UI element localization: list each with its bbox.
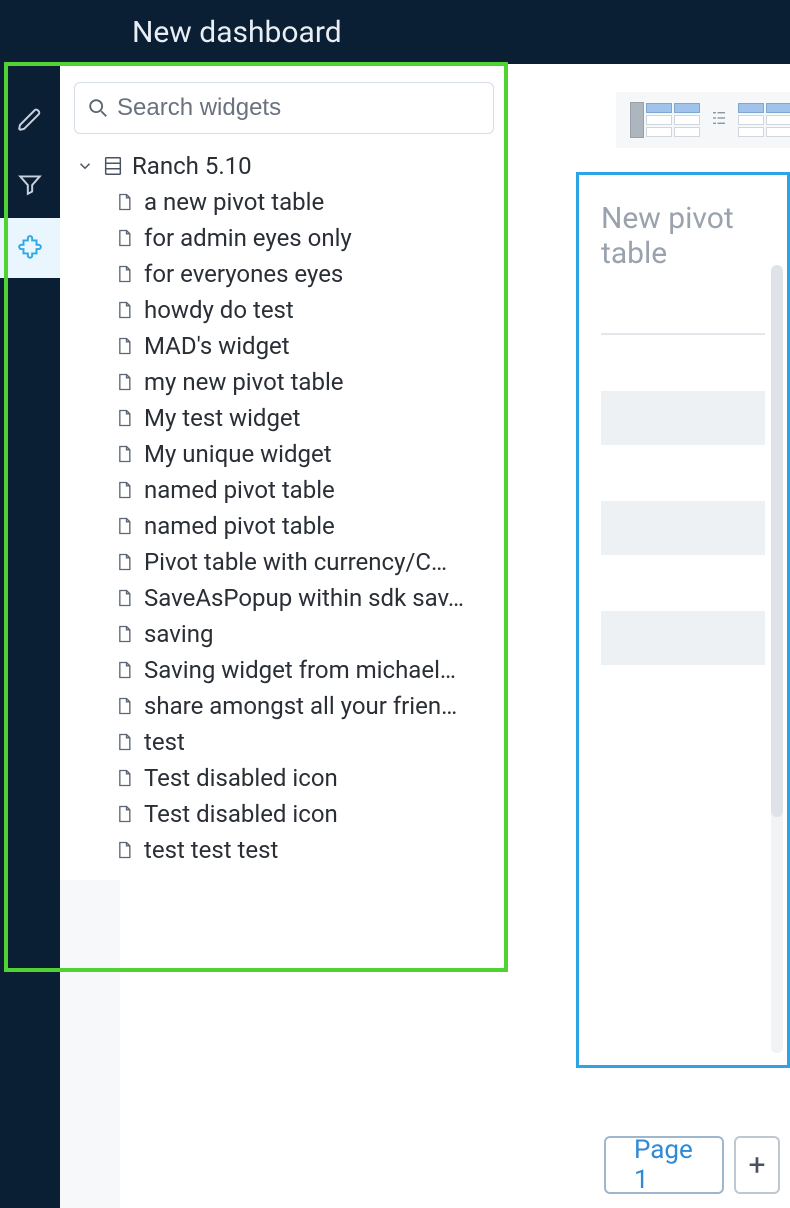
placeholder-row (601, 391, 765, 445)
rail-widgets-button[interactable] (0, 218, 60, 278)
tree-item-label: test (144, 728, 185, 756)
tree-item[interactable]: SaveAsPopup within sdk sav… (114, 580, 494, 616)
page-tab-bar: Page 1 + (604, 1136, 780, 1194)
file-icon (114, 226, 134, 250)
add-page-button[interactable]: + (734, 1136, 780, 1194)
file-icon (114, 586, 134, 610)
tree-item-label: share amongst all your frien… (144, 692, 457, 720)
tree-item[interactable]: my new pivot table (114, 364, 494, 400)
file-icon (114, 838, 134, 862)
tree-item-label: MAD's widget (144, 332, 290, 360)
puzzle-icon (17, 235, 43, 261)
page-tab-label: Page 1 (634, 1135, 694, 1195)
file-icon (114, 370, 134, 394)
search-field-wrap[interactable] (74, 82, 494, 134)
tree-item[interactable]: for everyones eyes (114, 256, 494, 292)
file-icon (114, 262, 134, 286)
main-area: Ranch 5.10 a new pivot table for admin ey… (0, 64, 790, 1208)
tree-item-label: My unique widget (144, 440, 332, 468)
layout-outline-icon[interactable] (710, 109, 728, 131)
tree-item-label: Test disabled icon (144, 764, 338, 792)
file-icon (114, 622, 134, 646)
database-icon (102, 155, 124, 177)
tree-item-label: Test disabled icon (144, 800, 338, 828)
file-icon (114, 334, 134, 358)
tree-parent-ranch[interactable]: Ranch 5.10 (74, 148, 494, 184)
tree-item[interactable]: Saving widget from michael… (114, 652, 494, 688)
tree-item-label: test test test (144, 836, 278, 864)
chevron-down-icon (76, 157, 94, 175)
tree-item-label: my new pivot table (144, 368, 344, 396)
tree-item-label: SaveAsPopup within sdk sav… (144, 584, 464, 612)
search-icon (87, 97, 109, 119)
tree-item-label: Saving widget from michael… (144, 656, 456, 684)
tree-item-label: howdy do test (144, 296, 294, 324)
tree-item[interactable]: Test disabled icon (114, 760, 494, 796)
placeholder-row (601, 501, 765, 555)
file-icon (114, 478, 134, 502)
tree-item[interactable]: Test disabled icon (114, 796, 494, 832)
file-icon (114, 514, 134, 538)
plus-icon: + (748, 1148, 765, 1183)
file-icon (114, 406, 134, 430)
tree-item-label: Pivot table with currency/C… (144, 548, 447, 576)
widget-tree: Ranch 5.10 a new pivot table for admin ey… (74, 148, 494, 868)
tree-item[interactable]: named pivot table (114, 472, 494, 508)
file-icon (114, 766, 134, 790)
tree-item-label: for admin eyes only (144, 224, 352, 252)
file-icon (114, 694, 134, 718)
tree-item-label: for everyones eyes (144, 260, 343, 288)
placeholder-row (601, 611, 765, 665)
tree-item[interactable]: Pivot table with currency/C… (114, 544, 494, 580)
pivot-card[interactable]: New pivot table (576, 172, 790, 1068)
tree-item[interactable]: My test widget (114, 400, 494, 436)
file-icon (114, 730, 134, 754)
pencil-icon (17, 107, 43, 133)
canvas-toolbar (616, 92, 790, 148)
filter-icon (17, 171, 43, 197)
tree-item[interactable]: MAD's widget (114, 328, 494, 364)
left-rail (0, 64, 60, 1208)
tree-item[interactable]: test test test (114, 832, 494, 868)
file-icon (114, 190, 134, 214)
tree-item-label: a new pivot table (144, 188, 324, 216)
file-icon (114, 658, 134, 682)
pivot-divider (601, 333, 765, 335)
tree-item-label: saving (144, 620, 213, 648)
tree-item[interactable]: a new pivot table (114, 184, 494, 220)
tree-item[interactable]: test (114, 724, 494, 760)
layout-option-grid[interactable] (630, 102, 700, 138)
pivot-title: New pivot table (601, 201, 765, 271)
tree-item[interactable]: howdy do test (114, 292, 494, 328)
file-icon (114, 442, 134, 466)
tree-item[interactable]: named pivot table (114, 508, 494, 544)
scrollbar-thumb[interactable] (771, 265, 783, 817)
tree-item[interactable]: saving (114, 616, 494, 652)
page-tab-1[interactable]: Page 1 (604, 1136, 724, 1194)
scrollbar-vertical[interactable] (771, 265, 783, 1053)
search-input[interactable] (117, 94, 481, 122)
rail-filter-button[interactable] (0, 154, 60, 214)
tree-children: a new pivot table for admin eyes only for … (74, 184, 494, 868)
dashboard-title: New dashboard (132, 15, 342, 50)
tree-item[interactable]: My unique widget (114, 436, 494, 472)
widget-panel: Ranch 5.10 a new pivot table for admin ey… (60, 64, 508, 880)
tree-item-label: named pivot table (144, 476, 335, 504)
tree-item-label: My test widget (144, 404, 301, 432)
tree-item[interactable]: for admin eyes only (114, 220, 494, 256)
file-icon (114, 550, 134, 574)
tree-item[interactable]: share amongst all your frien… (114, 688, 494, 724)
file-icon (114, 802, 134, 826)
tree-item-label: named pivot table (144, 512, 335, 540)
tree-parent-label: Ranch 5.10 (132, 152, 252, 180)
file-icon (114, 298, 134, 322)
title-bar: New dashboard (0, 0, 790, 64)
rail-edit-button[interactable] (0, 90, 60, 150)
layout-option-grid-2[interactable] (738, 103, 790, 137)
